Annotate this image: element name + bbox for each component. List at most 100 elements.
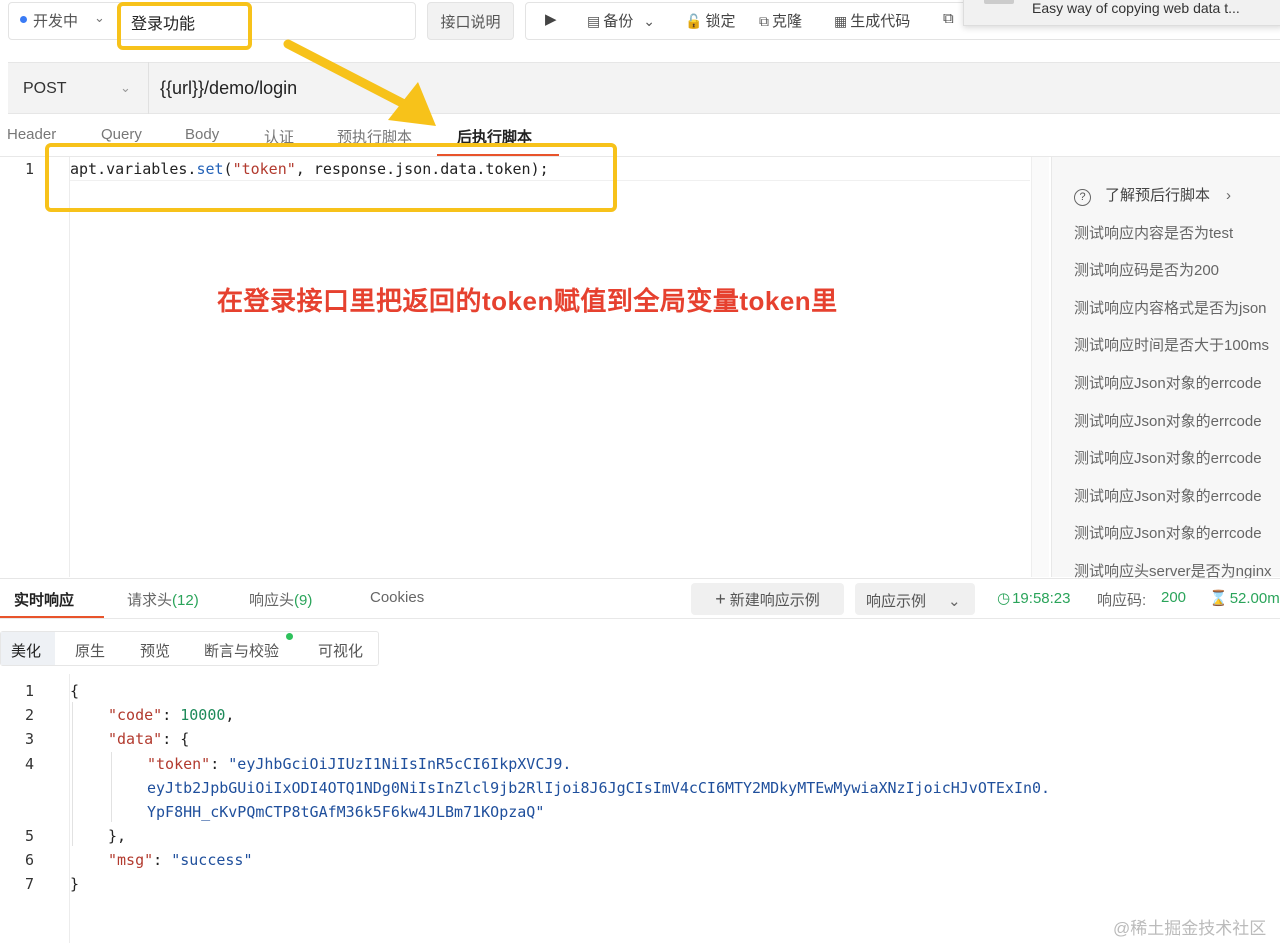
url-input[interactable]: {{url}}/demo/login (160, 78, 297, 99)
lock-label: 锁定 (705, 13, 736, 30)
snippet-item[interactable]: 测试响应Json对象的errcode (1074, 485, 1262, 506)
snippet-item[interactable]: 测试响应Json对象的errcode (1074, 410, 1262, 431)
method-select[interactable]: POST (23, 80, 67, 98)
gen-code-button[interactable]: ▦ 生成代码 (834, 10, 910, 31)
chevron-down-icon[interactable]: ⌄ (643, 13, 655, 29)
tab-header[interactable]: Header (7, 126, 56, 143)
new-example-label: 新建响应示例 (729, 591, 820, 609)
response-gutter (69, 674, 70, 943)
clone-label: 克隆 (772, 13, 803, 30)
tab-request-headers-label: 请求头 (127, 592, 173, 609)
response-time-value: 19:58:23 (1012, 590, 1071, 607)
snippet-item[interactable]: 测试响应Json对象的errcode (1074, 522, 1262, 543)
view-tab-preview[interactable]: 预览 (140, 640, 170, 661)
tab-realtime-response[interactable]: 实时响应 (14, 589, 74, 610)
highlight-api-name (117, 2, 252, 50)
snippet-item[interactable]: 测试响应时间是否大于100ms (1074, 334, 1269, 355)
assertion-status-dot (286, 633, 293, 640)
backup-label: 备份 (603, 13, 634, 30)
editor-scrollbar[interactable] (1031, 157, 1049, 577)
new-example-button[interactable]: + 新建响应示例 (691, 583, 844, 615)
divider (148, 62, 149, 114)
chevron-down-icon: ⌄ (948, 593, 961, 610)
backup-button[interactable]: ▤ 备份 ⌄ (587, 10, 658, 31)
lock-icon: 🔓 (685, 13, 703, 29)
snippet-item[interactable]: 测试响应内容是否为test (1074, 222, 1233, 243)
status-dot-icon (20, 16, 27, 23)
json-line: "msg": "success" (108, 851, 253, 869)
play-icon[interactable]: ▶ (545, 10, 557, 28)
snippet-item[interactable]: 测试响应内容格式是否为json (1074, 297, 1267, 318)
response-size: ⌛ 52.00m (1209, 589, 1280, 607)
code-icon: ▦ (834, 13, 848, 29)
tab-body[interactable]: Body (185, 126, 219, 143)
snippet-help-label: 了解预后行脚本 (1105, 187, 1211, 204)
arrow-annotation (283, 39, 436, 126)
snippet-help-link[interactable]: ? 了解预后行脚本 › (1074, 184, 1231, 206)
clone-icon: ⧉ (759, 13, 769, 29)
view-tab-assertions[interactable]: 断言与校验 (204, 640, 279, 661)
tab-query[interactable]: Query (101, 126, 142, 143)
tab-cookies[interactable]: Cookies (370, 589, 424, 606)
chevron-right-icon: › (1226, 187, 1232, 204)
indent-guide (72, 702, 73, 846)
lock-button[interactable]: 🔓 锁定 (685, 10, 735, 31)
line-number: 4 (25, 755, 35, 773)
tab-response-headers-label: 响应头 (249, 592, 295, 609)
view-tab-visualize[interactable]: 可视化 (318, 640, 363, 661)
plus-icon: + (715, 588, 726, 609)
line-number: 7 (25, 875, 35, 893)
line-number: 6 (25, 851, 35, 869)
line-number: 5 (25, 827, 35, 845)
response-time: ◷ 19:58:23 (997, 589, 1070, 607)
json-key: "token" (147, 755, 211, 773)
hourglass-icon: ⌛ (1209, 590, 1228, 607)
view-tab-beautify[interactable]: 美化 (11, 640, 41, 661)
extension-icon (984, 0, 1014, 4)
json-string: "success" (171, 851, 253, 869)
example-select-label: 响应示例 (866, 593, 927, 610)
json-line: } (70, 875, 80, 893)
json-line: "data": { (108, 730, 190, 748)
json-key: "data" (108, 730, 163, 748)
share-icon[interactable]: ⧉ (943, 10, 954, 27)
gen-code-label: 生成代码 (850, 13, 911, 30)
json-key: "code" (108, 706, 163, 724)
json-line: }, (108, 827, 127, 845)
snippet-item[interactable]: 测试响应码是否为200 (1074, 259, 1219, 280)
json-line: "code": 10000, (108, 706, 235, 724)
status-code: 200 (1161, 589, 1187, 606)
tab-response-headers[interactable]: 响应头(9) (249, 589, 312, 610)
view-tab-raw[interactable]: 原生 (75, 640, 105, 661)
json-line: { (70, 682, 79, 700)
snippet-panel (1051, 157, 1280, 577)
json-line: "token": "eyJhbGciOiJIUzI1NiIsInR5cCI6Ik… (147, 755, 572, 773)
tab-request-headers[interactable]: 请求头(12) (127, 589, 199, 610)
response-size-value: 52.00m (1229, 590, 1280, 607)
chevron-down-icon[interactable]: ⌄ (120, 80, 131, 96)
clone-button[interactable]: ⧉ 克隆 (759, 10, 802, 31)
line-number: 3 (25, 730, 35, 748)
highlight-script (45, 143, 617, 212)
json-string: YpF8HH_cKvPQmCTP8tGAfM36k5F6kw4JLBm71KOp… (147, 803, 545, 821)
backup-icon: ▤ (587, 13, 601, 29)
status-select[interactable]: 开发中 (33, 10, 78, 31)
json-string: "eyJhbGciOiJIUzI1NiIsInR5cCI6IkpXVCJ9. (228, 755, 572, 773)
annotation-text: 在登录接口里把返回的token赋值到全局变量token里 (217, 286, 838, 316)
chevron-down-icon[interactable]: ⌄ (94, 10, 105, 26)
editor-gutter (69, 157, 70, 577)
line-number: 1 (25, 160, 35, 178)
snippet-item[interactable]: 测试响应Json对象的errcode (1074, 372, 1262, 393)
json-brace: { (70, 682, 80, 700)
indent-guide (111, 752, 112, 822)
json-number: 10000 (180, 706, 226, 724)
divider (0, 618, 1280, 619)
divider (0, 578, 1280, 579)
watermark: @稀土掘金技术社区 (1113, 919, 1267, 938)
example-select[interactable]: 响应示例 ⌄ (855, 583, 975, 615)
snippet-item[interactable]: 测试响应Json对象的errcode (1074, 447, 1262, 468)
line-number: 1 (25, 682, 35, 700)
json-key: "msg" (108, 851, 154, 869)
api-doc-button[interactable]: 接口说明 (427, 2, 514, 40)
question-icon: ? (1074, 189, 1091, 206)
